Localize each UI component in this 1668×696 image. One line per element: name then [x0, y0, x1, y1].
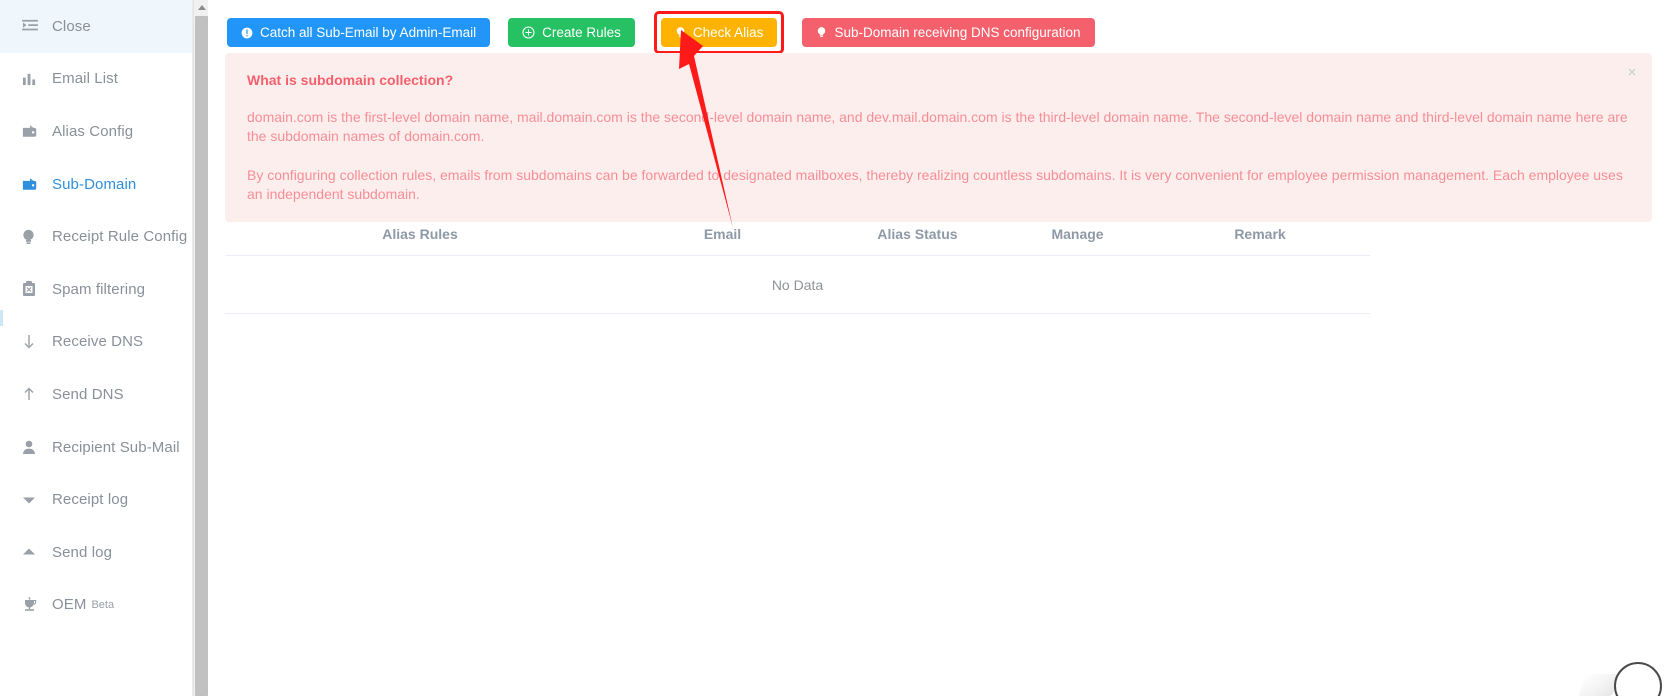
- create-rules-button[interactable]: Create Rules: [508, 18, 635, 47]
- sidebar-item-label: OEM: [52, 596, 87, 614]
- check-alias-highlight-ring: Check Alias: [653, 11, 785, 54]
- table-column-manage: Manage: [1051, 225, 1104, 242]
- bulb-icon: [816, 26, 827, 39]
- sidebar-item-recipient-sub-mail[interactable]: Recipient Sub-Mail: [0, 420, 192, 474]
- sidebar-item-label: Spam filtering: [52, 280, 146, 298]
- scroll-up-arrow-icon[interactable]: [194, 0, 209, 15]
- catch-all-sub-email-button[interactable]: Catch all Sub-Email by Admin-Email: [227, 18, 491, 47]
- action-toolbar: Catch all Sub-Email by Admin-Email Creat…: [227, 11, 1095, 54]
- sidebar-item-close[interactable]: Close: [0, 0, 192, 53]
- main-content: Catch all Sub-Email by Admin-Email Creat…: [209, 0, 1668, 696]
- sidebar-item-receipt-log[interactable]: Receipt log: [0, 473, 192, 526]
- table-column-email: Email: [703, 225, 742, 242]
- sidebar-item-label: Receipt Rule Config: [52, 228, 188, 246]
- scrollbar-thumb[interactable]: [195, 16, 208, 696]
- catch-all-sub-email-label: Catch all Sub-Email by Admin-Email: [260, 24, 477, 40]
- sidebar-item-email-list[interactable]: Email List: [0, 52, 192, 106]
- bulb-icon: [22, 229, 44, 245]
- sidebar-item-alias-config[interactable]: Alias Config: [0, 105, 192, 158]
- wallet-icon: [22, 177, 44, 191]
- plus-circle-icon: [522, 26, 535, 39]
- sidebar-item-oem[interactable]: OEM Beta: [0, 578, 192, 632]
- subdomain-info-alert: × What is subdomain collection? domain.c…: [225, 53, 1652, 222]
- alert-title: What is subdomain collection?: [247, 72, 454, 88]
- check-alias-button[interactable]: Check Alias: [660, 18, 778, 47]
- sidebar-item-label: Alias Config: [52, 122, 134, 140]
- table-column-remark: Remark: [1234, 225, 1286, 242]
- bulb-icon: [675, 26, 686, 39]
- sidebar-item-badge: Beta: [91, 598, 115, 611]
- info-circle-icon: [241, 27, 253, 39]
- alias-rules-table: Alias Rules Email Alias Status Manage Re…: [225, 212, 1370, 314]
- arrow-down-icon: [22, 334, 44, 350]
- menu-collapse-icon: [22, 19, 44, 33]
- sidebar-item-label: Receive DNS: [52, 333, 144, 351]
- sub-domain-receiving-dns-label: Sub-Domain receiving DNS configuration: [834, 24, 1081, 40]
- sidebar-item-label: Send DNS: [52, 385, 124, 403]
- sidebar-item-receive-dns[interactable]: Receive DNS: [0, 315, 192, 369]
- check-alias-label: Check Alias: [692, 24, 764, 40]
- sidebar-item-label: Recipient Sub-Mail: [52, 438, 180, 456]
- clipboard-x-icon: [22, 281, 44, 297]
- table-column-alias-status: Alias Status: [877, 225, 958, 242]
- sidebar-item-label: Close: [52, 17, 91, 35]
- create-rules-label: Create Rules: [542, 24, 621, 40]
- cup-icon: [22, 597, 44, 612]
- alert-paragraph-1: domain.com is the first-level domain nam…: [247, 109, 1628, 144]
- sidebar-item-label: Sub-Domain: [52, 175, 137, 193]
- sidebar-left-marker: [0, 310, 3, 326]
- sidebar: Close Email List Alias Config Sub-Domain Rec…: [0, 0, 193, 696]
- table-empty-body: No Data: [225, 256, 1370, 314]
- sidebar-item-label: Send log: [52, 543, 113, 561]
- table-header-row: Alias Rules Email Alias Status Manage Re…: [225, 212, 1370, 256]
- caret-up-icon: [22, 547, 44, 557]
- arrow-up-icon: [22, 386, 44, 402]
- floating-help-button[interactable]: [1614, 662, 1662, 696]
- close-icon[interactable]: ×: [1624, 65, 1640, 81]
- sidebar-item-receipt-rule-config[interactable]: Receipt Rule Config: [0, 210, 192, 263]
- sidebar-scrollbar[interactable]: [193, 0, 208, 696]
- sidebar-item-label: Email List: [52, 70, 119, 88]
- bar-chart-icon: [22, 71, 44, 86]
- caret-down-icon: [22, 495, 44, 505]
- no-data-text: No Data: [771, 276, 824, 293]
- sidebar-item-label: Receipt log: [52, 491, 129, 509]
- sidebar-item-spam-filtering[interactable]: Spam filtering: [0, 262, 192, 316]
- alert-paragraph-2: By configuring collection rules, emails …: [247, 167, 1623, 202]
- sidebar-item-sub-domain[interactable]: Sub-Domain: [0, 157, 192, 211]
- user-icon: [22, 440, 44, 455]
- sidebar-item-send-dns[interactable]: Send DNS: [0, 368, 192, 421]
- sub-domain-receiving-dns-button[interactable]: Sub-Domain receiving DNS configuration: [802, 18, 1095, 47]
- wallet-icon: [22, 124, 44, 138]
- table-column-alias-rules: Alias Rules: [382, 225, 458, 242]
- sidebar-item-send-log[interactable]: Send log: [0, 525, 192, 579]
- app-root: Close Email List Alias Config Sub-Domain Rec…: [0, 0, 1668, 696]
